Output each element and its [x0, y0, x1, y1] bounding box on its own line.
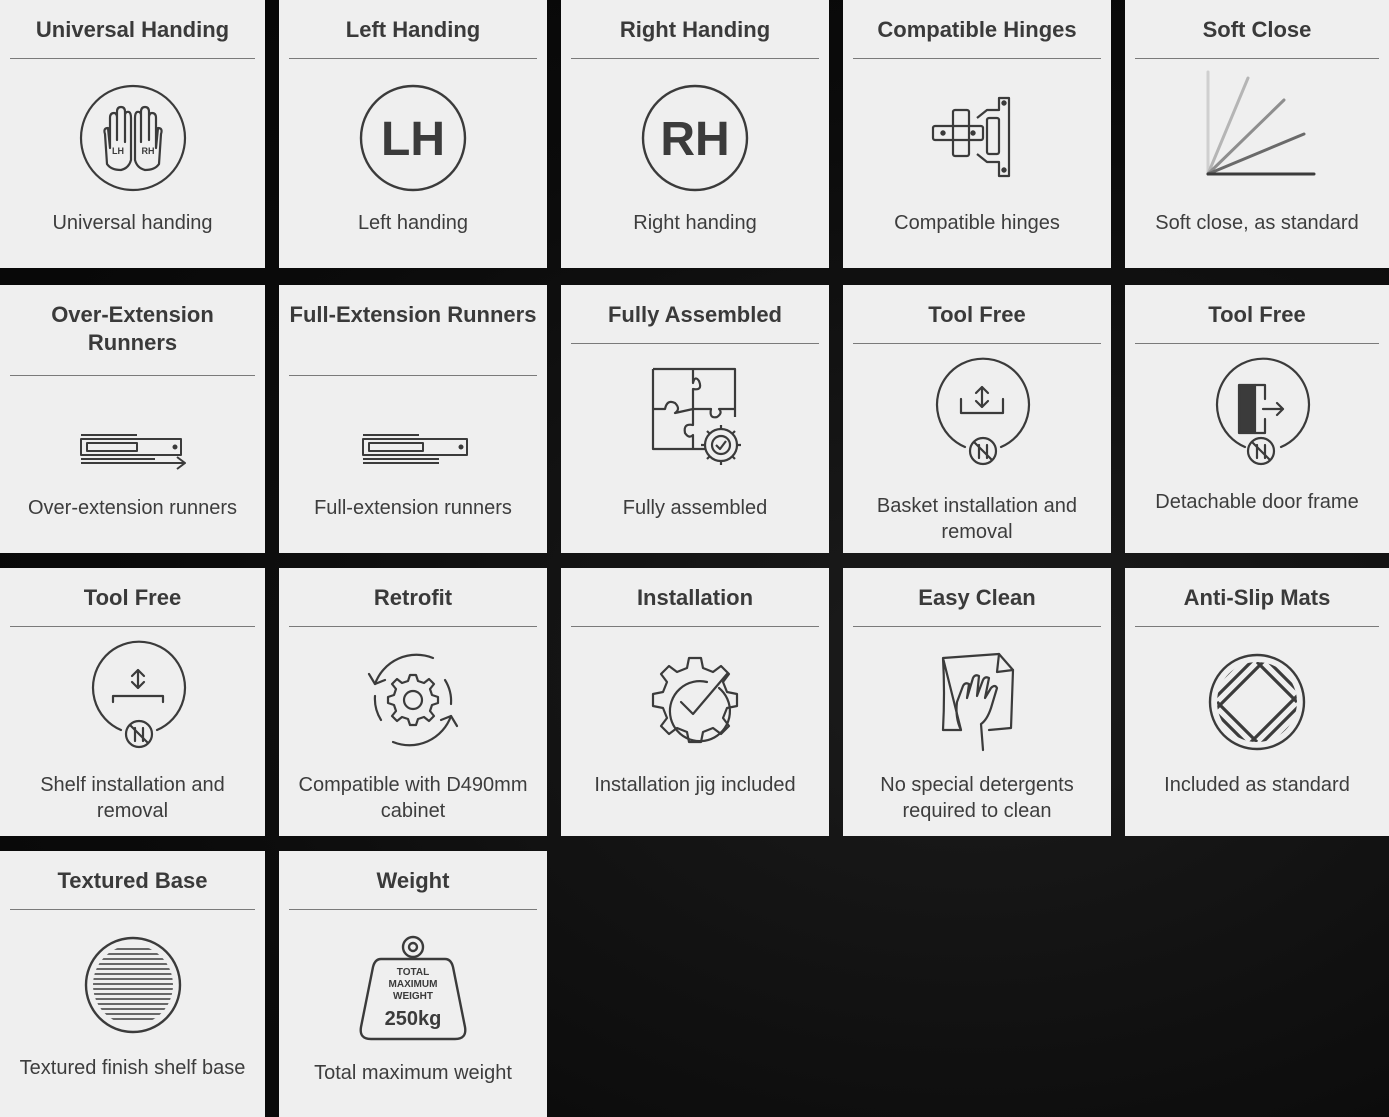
- rh-circle-icon: RH: [635, 78, 755, 198]
- feature-card-fully-assembled: Fully Assembled Fully assembled: [561, 285, 829, 553]
- hands-icon: LH RH: [73, 78, 193, 198]
- card-description: Basket installation and removal: [876, 495, 1078, 543]
- weight-text-line1: TOTAL: [397, 967, 429, 978]
- card-description: Full-extension runners: [314, 497, 512, 519]
- basket-tool-free-icon: [917, 355, 1037, 475]
- feature-card-retrofit: Retrofit Compatible with D490mm cabinet: [279, 568, 547, 836]
- features-grid: Universal Handing LH RH Universal handin…: [0, 0, 1389, 1117]
- card-title: Tool Free: [1208, 302, 1306, 327]
- lh-label: LH: [381, 113, 445, 166]
- puzzle-gear-icon: [635, 363, 755, 483]
- divider: [289, 375, 537, 376]
- divider: [853, 343, 1101, 344]
- card-description: Textured finish shelf base: [19, 1057, 246, 1079]
- full-extension-runner-icon: [353, 389, 473, 509]
- feature-card-weight: Weight TOTAL MAXIMUM WEIGHT 250kg Total …: [279, 851, 547, 1117]
- divider: [10, 58, 255, 59]
- hands-rh-label: RH: [141, 146, 154, 156]
- feature-card-compatible-hinges: Compatible Hinges Compatible hinges: [843, 0, 1111, 268]
- card-description: Included as standard: [1164, 774, 1350, 796]
- divider: [10, 626, 255, 627]
- weight-text-line3: WEIGHT: [393, 991, 433, 1002]
- card-title: Weight: [376, 868, 450, 893]
- divider: [571, 58, 819, 59]
- feature-card-anti-slip-mats: Anti-Slip Mats Included as standard: [1125, 568, 1389, 836]
- card-title: Tool Free: [928, 302, 1026, 327]
- divider: [571, 626, 819, 627]
- card-description: Soft close, as standard: [1155, 212, 1359, 234]
- feature-card-tool-free-shelf: Tool Free Shelf installation and removal: [0, 568, 265, 836]
- gear-check-icon: [635, 640, 755, 760]
- divider: [289, 58, 537, 59]
- divider: [289, 626, 537, 627]
- feature-card-over-extension: Over-Extension Runners Over-extension ru…: [0, 285, 265, 553]
- card-title: Left Handing: [345, 17, 481, 42]
- divider: [571, 343, 819, 344]
- card-description: Shelf installation and removal: [40, 774, 225, 822]
- weight-value: 250kg: [385, 1008, 442, 1030]
- feature-card-soft-close: Soft Close Soft close, as standard: [1125, 0, 1389, 268]
- feature-card-right-handing: Right Handing RH Right handing: [561, 0, 829, 268]
- feature-card-installation: Installation Installation jig included: [561, 568, 829, 836]
- card-description: Right handing: [633, 212, 757, 234]
- feature-card-tool-free-basket: Tool Free Basket installation and remova…: [843, 285, 1111, 553]
- soft-close-icon: [1192, 66, 1322, 186]
- hands-lh-label: LH: [112, 146, 124, 156]
- divider: [10, 909, 255, 910]
- weight-icon: TOTAL MAXIMUM WEIGHT 250kg: [353, 927, 473, 1047]
- divider: [853, 626, 1101, 627]
- lh-circle-icon: LH: [353, 78, 473, 198]
- card-title: Tool Free: [83, 585, 182, 610]
- door-tool-free-icon: [1197, 355, 1317, 475]
- card-title: Installation: [636, 585, 754, 610]
- weight-text-line2: MAXIMUM: [389, 979, 438, 990]
- card-title: Universal Handing: [35, 17, 230, 42]
- feature-card-easy-clean: Easy Clean No special detergents require…: [843, 568, 1111, 836]
- card-title: Retrofit: [373, 585, 453, 610]
- retrofit-gear-icon: [353, 640, 473, 760]
- cloth-hand-icon: [917, 642, 1037, 762]
- card-description: Universal handing: [52, 212, 213, 234]
- card-description: Left handing: [357, 212, 469, 234]
- divider: [10, 375, 255, 376]
- card-title: Easy Clean: [918, 585, 1036, 610]
- anti-slip-mat-icon: [1197, 642, 1317, 762]
- feature-card-universal-handing: Universal Handing LH RH Universal handin…: [0, 0, 265, 268]
- card-description: Over-extension runners: [28, 497, 237, 519]
- card-title: Right Handing: [619, 17, 771, 42]
- feature-card-textured-base: Textured Base Textured finish shelf base: [0, 851, 265, 1117]
- card-description: Installation jig included: [594, 774, 796, 796]
- feature-card-left-handing: Left Handing LH Left handing: [279, 0, 547, 268]
- card-title: Full-Extension Runners: [289, 302, 537, 327]
- card-description: Total maximum weight: [314, 1062, 512, 1084]
- rh-label: RH: [660, 113, 729, 166]
- card-title: Fully Assembled: [607, 302, 782, 327]
- card-title: Soft Close: [1202, 17, 1312, 42]
- divider: [1135, 343, 1379, 344]
- card-description: Detachable door frame: [1155, 491, 1359, 513]
- feature-card-tool-free-door: Tool Free Detachable door frame: [1125, 285, 1389, 553]
- card-title: Over-Extension Runners: [51, 302, 214, 355]
- card-description: Compatible hinges: [894, 212, 1060, 234]
- divider: [289, 909, 537, 910]
- card-title: Compatible Hinges: [877, 17, 1077, 42]
- card-description: Fully assembled: [622, 497, 768, 519]
- card-title: Anti-Slip Mats: [1183, 585, 1331, 610]
- textured-base-icon: [73, 925, 193, 1045]
- card-title: Textured Base: [57, 868, 208, 893]
- divider: [853, 58, 1101, 59]
- hinge-icon: [917, 78, 1037, 198]
- card-description: Compatible with D490mm cabinet: [298, 774, 528, 822]
- divider: [1135, 626, 1379, 627]
- shelf-tool-free-icon: [73, 638, 193, 758]
- card-description: No special detergents required to clean: [880, 774, 1074, 822]
- divider: [1135, 58, 1379, 59]
- over-extension-runner-icon: [73, 389, 193, 509]
- feature-card-full-extension: Full-Extension Runners Full-extension ru…: [279, 285, 547, 553]
